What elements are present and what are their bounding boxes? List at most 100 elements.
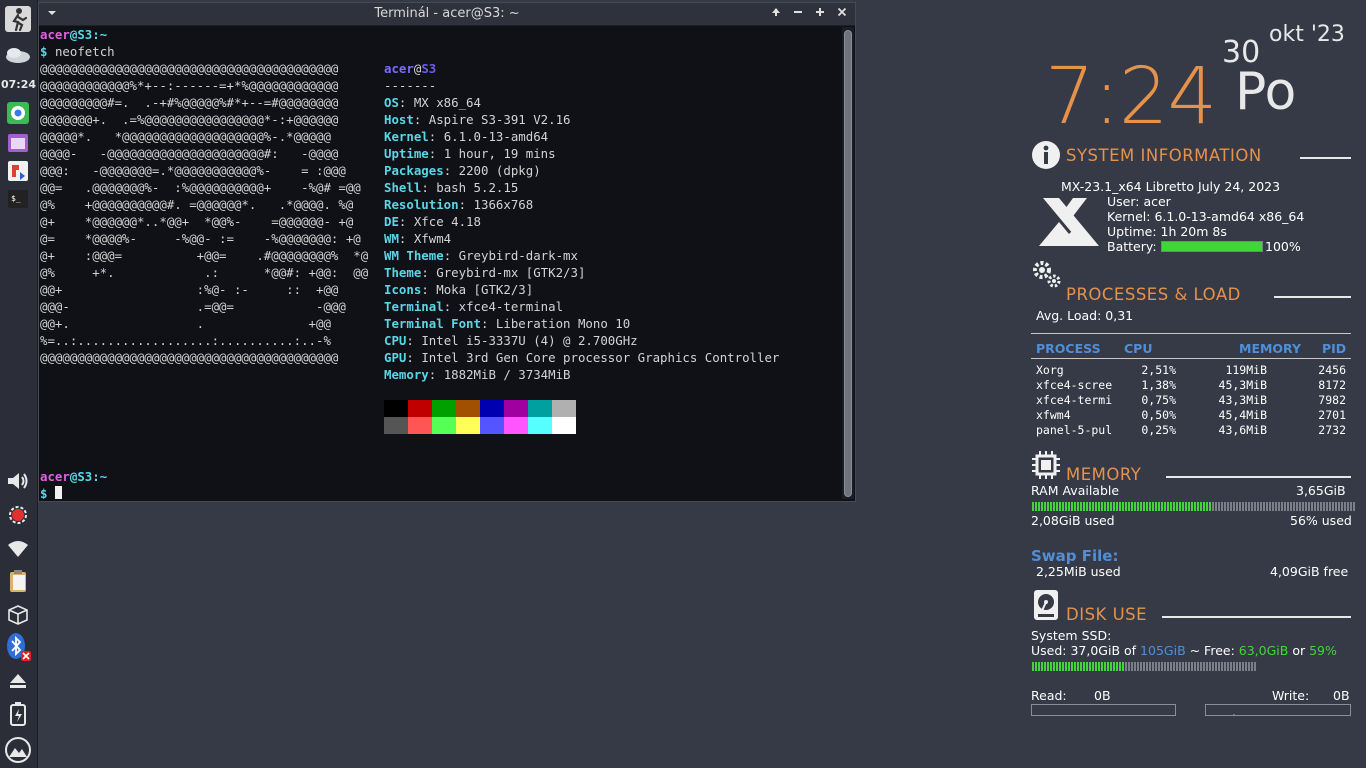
bar-segment xyxy=(1035,502,1037,511)
weather-icon[interactable] xyxy=(3,40,33,70)
info-value: Xfwm4 xyxy=(413,231,452,246)
bar-segment xyxy=(1332,502,1334,511)
software-center-icon[interactable] xyxy=(3,156,33,186)
bar-segment xyxy=(1062,502,1064,511)
bar-segment xyxy=(1323,502,1325,511)
bar-segment xyxy=(1098,662,1100,671)
info-row: GPU: Intel 3rd Gen Core processor Graphi… xyxy=(384,350,780,365)
updater-icon[interactable] xyxy=(3,500,33,530)
chrome-icon[interactable] xyxy=(3,98,33,128)
bar-segment xyxy=(1113,502,1115,511)
volume-icon[interactable] xyxy=(3,466,33,496)
bar-segment xyxy=(1038,502,1040,511)
process-cpu: 0,25% xyxy=(1141,423,1176,437)
bar-segment xyxy=(1185,662,1187,671)
bar-segment xyxy=(1032,662,1034,671)
color-swatch xyxy=(384,400,408,417)
bar-segment xyxy=(1239,662,1241,671)
bar-segment xyxy=(1104,662,1106,671)
window-titlebar[interactable]: Terminál - acer@S3: ~ xyxy=(39,3,855,26)
wifi-icon[interactable] xyxy=(3,534,33,564)
info-value: MX x86_64 xyxy=(413,95,481,110)
bar-segment xyxy=(1167,502,1169,511)
terminal-icon[interactable]: $_ xyxy=(3,184,33,214)
ram-value: 3,65GiB xyxy=(1296,483,1346,498)
bar-segment xyxy=(1191,502,1193,511)
bar-segment xyxy=(1353,502,1355,511)
clipboard-icon[interactable] xyxy=(3,566,33,596)
bar-segment xyxy=(1230,502,1232,511)
battery-icon[interactable] xyxy=(3,699,33,729)
bar-segment xyxy=(1254,662,1256,671)
maximize-button[interactable] xyxy=(811,5,829,23)
info-key: WM Theme xyxy=(384,248,444,263)
info-row: Terminal: xfce4-terminal xyxy=(384,299,564,314)
keep-above-button[interactable] xyxy=(767,5,785,23)
bar-segment xyxy=(1218,662,1220,671)
bar-segment xyxy=(1158,502,1160,511)
system-info-title: SYSTEM INFORMATION xyxy=(1066,146,1262,165)
bar-segment xyxy=(1344,502,1346,511)
bar-segment xyxy=(1068,662,1070,671)
bar-segment xyxy=(1224,662,1226,671)
bar-segment xyxy=(1230,662,1232,671)
bar-segment xyxy=(1215,662,1217,671)
input-line[interactable]: $ xyxy=(40,485,62,499)
bar-segment xyxy=(1227,662,1229,671)
panel-clock[interactable]: 07:24 xyxy=(0,78,37,91)
bar-segment xyxy=(1209,502,1211,511)
bar-segment xyxy=(1065,662,1067,671)
ram-label: RAM Available xyxy=(1031,483,1120,498)
color-swatch xyxy=(528,400,552,417)
process-cpu: 0,75% xyxy=(1141,393,1176,407)
bar-segment xyxy=(1194,502,1196,511)
bar-segment xyxy=(1125,502,1127,511)
info-row: Uptime: 1 hour, 19 mins xyxy=(384,146,556,161)
color-swatch xyxy=(384,417,408,434)
info-value: Greybird-mx [GTK2/3] xyxy=(436,265,586,280)
bar-segment xyxy=(1278,502,1280,511)
color-swatch xyxy=(432,417,456,434)
swap-title: Swap File: xyxy=(1031,547,1119,565)
close-button[interactable] xyxy=(833,5,851,23)
bar-segment xyxy=(1233,662,1235,671)
bar-segment xyxy=(1269,502,1271,511)
info-value: 1 hour, 19 mins xyxy=(443,146,556,161)
terminal-output[interactable]: acer@S3:~ $ neofetch @@@@@@@@@@@@@@@@@@@… xyxy=(40,26,840,499)
bluetooth-icon[interactable] xyxy=(3,632,33,662)
memory-percent: 56% used xyxy=(1290,513,1352,528)
ascii-line: @% +@@@@@@@@@@#. =@@@@@@*. .*@@@@. %@ xyxy=(40,197,354,212)
scrollbar-thumb[interactable] xyxy=(844,30,852,497)
color-swatch xyxy=(432,400,456,417)
logout-icon[interactable] xyxy=(3,4,33,34)
minimize-button[interactable] xyxy=(789,5,807,23)
bar-segment xyxy=(1134,502,1136,511)
info-key: Packages xyxy=(384,163,444,178)
bar-segment xyxy=(1245,662,1247,671)
bar-segment xyxy=(1143,662,1145,671)
bar-segment xyxy=(1071,502,1073,511)
ascii-line: @= *@@@@%- -%@@- := -%@@@@@@@: +@ xyxy=(40,231,361,246)
bar-segment xyxy=(1203,662,1205,671)
bar-segment xyxy=(1188,662,1190,671)
info-row: WM: Xfwm4 xyxy=(384,231,452,246)
scrollbar[interactable] xyxy=(842,27,854,499)
bar-segment xyxy=(1080,502,1082,511)
bar-segment xyxy=(1212,662,1214,671)
eject-icon[interactable] xyxy=(3,666,33,696)
bar-segment xyxy=(1035,662,1037,671)
process-mem: 119MiB xyxy=(1225,363,1267,377)
bar-segment xyxy=(1053,662,1055,671)
battery-bar-fill xyxy=(1162,242,1262,251)
ascii-line: @% +*. .: *@@#: +@@: @@ xyxy=(40,265,369,280)
bar-segment xyxy=(1131,662,1133,671)
mx-logo-icon[interactable] xyxy=(3,735,33,765)
bar-segment xyxy=(1281,502,1283,511)
bar-segment xyxy=(1188,502,1190,511)
conky-month-year: okt '23 xyxy=(1269,22,1345,47)
package-icon[interactable] xyxy=(3,600,33,630)
ascii-line: @@@@@@@@@@@@%*+--:------=+*%@@@@@@@@@@@@ xyxy=(40,78,339,93)
terminal-window[interactable]: Terminál - acer@S3: ~ acer@S3:~ $ neofet… xyxy=(38,2,856,502)
file-manager-icon[interactable] xyxy=(3,128,33,158)
bar-segment xyxy=(1101,502,1103,511)
